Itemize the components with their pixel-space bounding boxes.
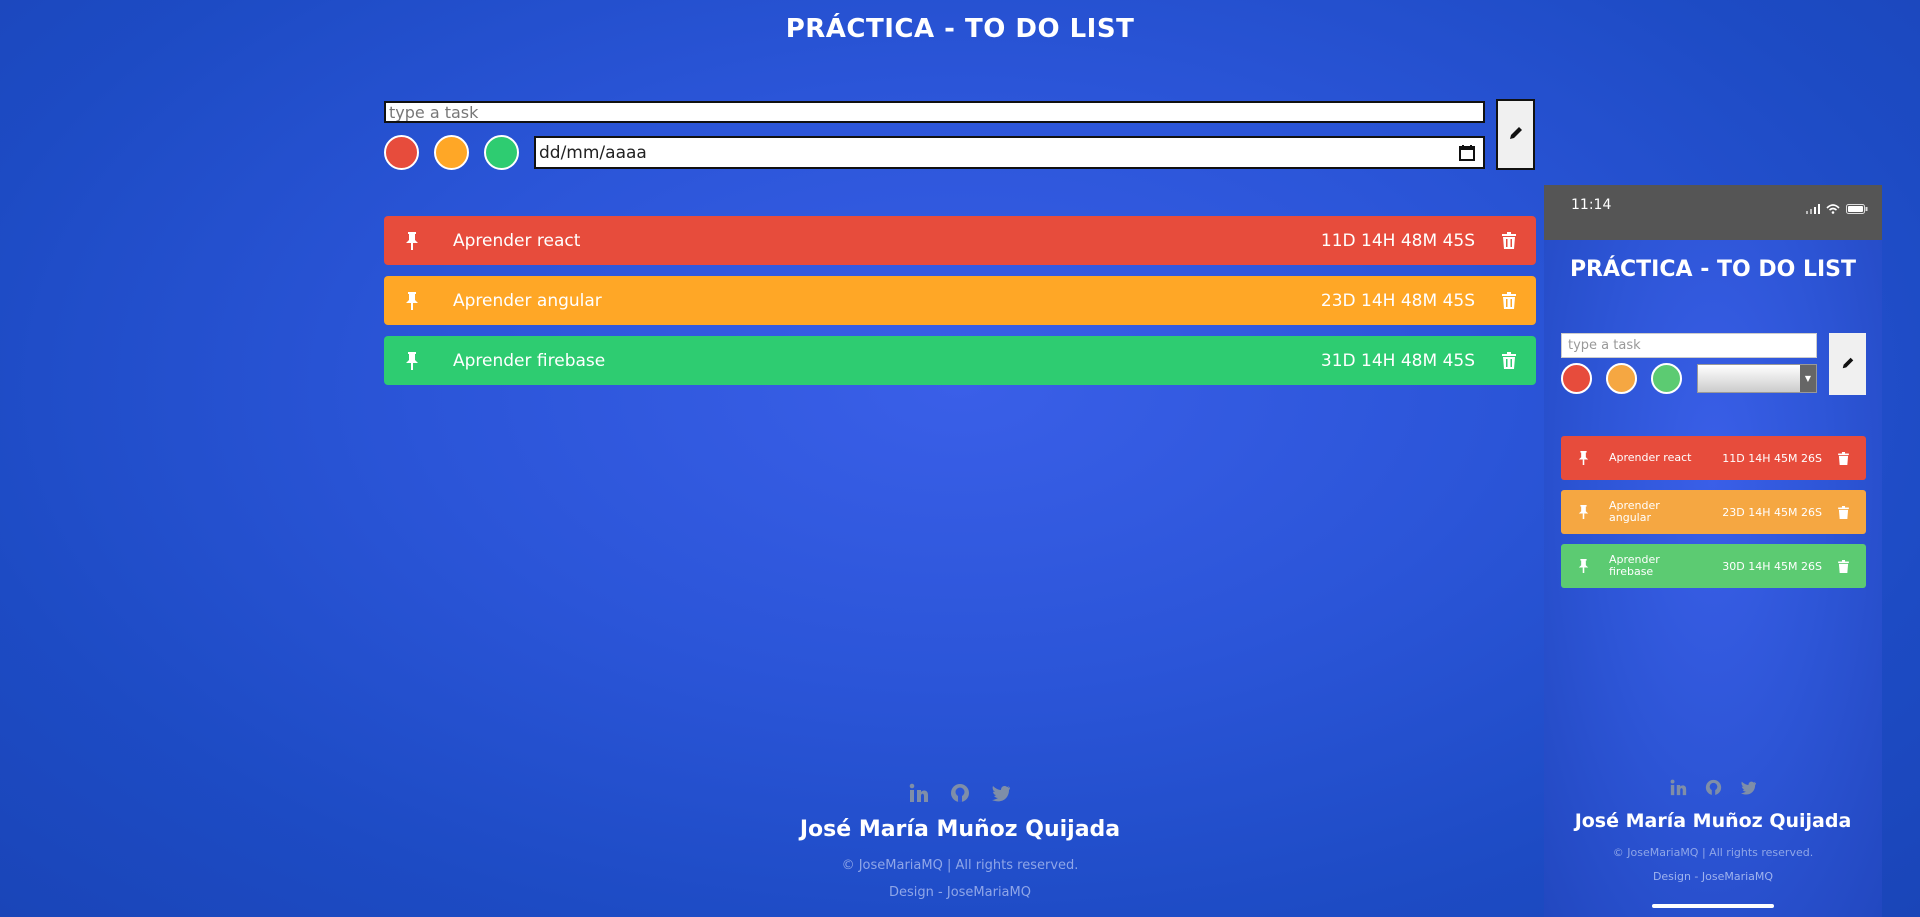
phone-task-input[interactable]: type a task — [1561, 333, 1817, 358]
phone-copyright-text: © JoseMariaMQ | All rights reserved. — [1612, 846, 1814, 859]
home-indicator[interactable] — [1652, 904, 1774, 908]
phone-author-name: José María Muñoz Quijada — [1574, 810, 1852, 832]
task-countdown: 23D 14H 48M 45S — [1320, 290, 1475, 311]
pin-icon[interactable] — [401, 230, 423, 252]
task-label: Aprender angular — [453, 290, 602, 311]
phone-task-label: Aprender react — [1609, 451, 1692, 464]
phone-task-item[interactable]: Aprender react 11D 14H 45M 26S — [1561, 436, 1866, 480]
phone-add-task-button[interactable] — [1829, 333, 1866, 395]
phone-task-label: Aprender firebase — [1609, 553, 1660, 578]
linkedin-icon[interactable] — [1669, 778, 1688, 797]
pin-icon[interactable] — [401, 350, 423, 372]
chevron-down-icon: ▼ — [1800, 365, 1816, 392]
linkedin-icon[interactable] — [908, 781, 931, 804]
trash-icon[interactable] — [1836, 451, 1850, 465]
page-title: PRÁCTICA - TO DO LIST — [785, 14, 1135, 44]
phone-task-item[interactable]: Aprender firebase 30D 14H 45M 26S — [1561, 544, 1866, 588]
task-item[interactable]: Aprender angular 23D 14H 48M 45S — [384, 276, 1536, 325]
twitter-icon[interactable] — [990, 781, 1013, 804]
phone-color-orange-button[interactable] — [1606, 363, 1637, 394]
task-countdown: 31D 14H 48M 45S — [1320, 350, 1475, 371]
phone-page-title: PRÁCTICA - TO DO LIST — [1569, 257, 1857, 282]
signal-icon — [1806, 199, 1820, 218]
github-icon[interactable] — [1704, 778, 1723, 797]
phone-status-bar: 11:14 — [1544, 185, 1882, 240]
phone-time: 11:14 — [1571, 197, 1612, 213]
phone-task-item[interactable]: Aprender angular 23D 14H 45M 26S — [1561, 490, 1866, 534]
trash-icon[interactable] — [1499, 230, 1519, 252]
phone-preview: 11:14 PRÁCTICA - TO DO LIST type a task … — [1544, 185, 1882, 917]
color-red-button[interactable] — [384, 135, 419, 170]
phone-task-label: Aprender angular — [1609, 499, 1660, 524]
color-green-button[interactable] — [484, 135, 519, 170]
trash-icon[interactable] — [1499, 350, 1519, 372]
twitter-icon[interactable] — [1739, 778, 1758, 797]
task-countdown: 11D 14H 48M 45S — [1320, 230, 1475, 251]
trash-icon[interactable] — [1836, 559, 1850, 573]
phone-color-green-button[interactable] — [1651, 363, 1682, 394]
pin-icon[interactable] — [401, 290, 423, 312]
task-label: Aprender firebase — [453, 350, 606, 371]
github-icon[interactable] — [949, 781, 972, 804]
pin-icon[interactable] — [1575, 451, 1591, 465]
task-item[interactable]: Aprender react 11D 14H 48M 45S — [384, 216, 1536, 265]
battery-icon — [1846, 199, 1868, 218]
phone-color-red-button[interactable] — [1561, 363, 1592, 394]
trash-icon[interactable] — [1836, 505, 1850, 519]
phone-task-countdown: 30D 14H 45M 26S — [1722, 559, 1822, 573]
date-placeholder: dd/mm/aaaa — [539, 142, 647, 163]
phone-social-links — [1544, 778, 1882, 797]
phone-design-credit: Design - JoseMariaMQ — [1652, 870, 1774, 883]
phone-task-countdown: 11D 14H 45M 26S — [1722, 451, 1822, 465]
phone-date-select[interactable]: ▼ — [1697, 364, 1817, 393]
pencil-icon — [1841, 355, 1855, 374]
pencil-icon — [1508, 125, 1524, 145]
task-input[interactable] — [384, 101, 1485, 123]
pin-icon[interactable] — [1575, 559, 1591, 573]
phone-status-icons — [1806, 199, 1868, 218]
task-label: Aprender react — [453, 230, 581, 251]
add-task-button[interactable] — [1496, 99, 1535, 170]
pin-icon[interactable] — [1575, 505, 1591, 519]
wifi-icon — [1826, 199, 1840, 218]
date-field[interactable]: dd/mm/aaaa — [534, 136, 1485, 169]
trash-icon[interactable] — [1499, 290, 1519, 312]
phone-task-countdown: 23D 14H 45M 26S — [1722, 505, 1822, 519]
calendar-icon[interactable] — [1458, 144, 1476, 162]
color-orange-button[interactable] — [434, 135, 469, 170]
task-item[interactable]: Aprender firebase 31D 14H 48M 45S — [384, 336, 1536, 385]
